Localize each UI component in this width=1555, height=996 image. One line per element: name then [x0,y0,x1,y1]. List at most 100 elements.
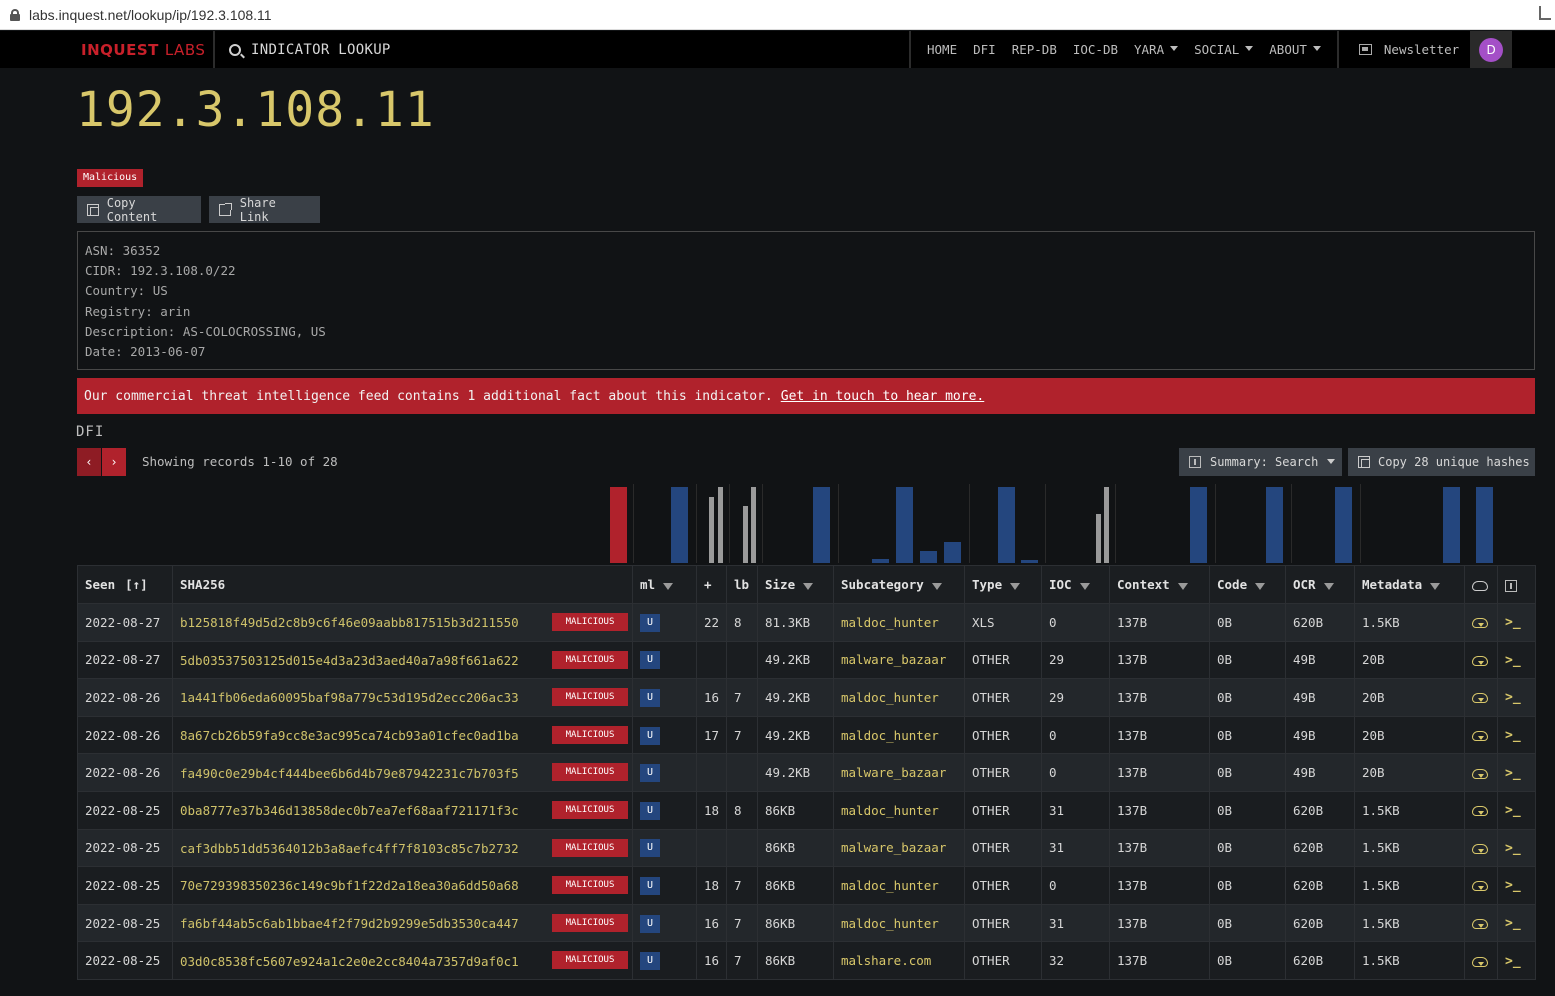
col-plus[interactable]: + [696,565,727,604]
terminal-icon[interactable]: >_ [1505,954,1521,969]
table-row[interactable]: 2022-08-25 fa6bf44ab5c6ab1bbae4f2f79d2b92… [77,903,1536,943]
filter-icon[interactable] [663,583,674,590]
terminal-icon[interactable]: >_ [1505,653,1521,668]
cloud-download-icon[interactable] [1472,919,1488,930]
col-sha256[interactable]: SHA256 [172,565,633,604]
filter-icon[interactable] [803,583,814,590]
size-cell: 81.3KB [757,603,834,642]
subcategory-link[interactable]: maldoc_hunter [841,916,939,931]
terminal-icon[interactable]: >_ [1505,841,1521,856]
next-page-button[interactable]: › [102,448,126,476]
nav-ioc-db[interactable]: IOC-DB [1073,42,1118,57]
newsletter-link[interactable]: Newsletter [1384,42,1459,57]
table-row[interactable]: 2022-08-25 0ba8777e37b346d13858dec0b7ea7e… [77,790,1536,830]
nav-rep-db[interactable]: REP-DB [1012,42,1057,57]
table-row[interactable]: 2022-08-25 03d0c8538fc5607e924a1c2e0e2cc8… [77,941,1536,980]
nav-yara[interactable]: YARA [1134,42,1179,57]
cloud-download-icon[interactable] [1472,806,1488,817]
indicator-lookup[interactable]: INDICATOR LOOKUP [215,31,909,68]
sha256-link[interactable]: caf3dbb51dd5364012b3a8aefc4ff7f8103c85c7… [180,841,544,856]
sha256-link[interactable]: b125818f49d5d2c8b9c6f46e09aabb817515b3d2… [180,615,544,630]
copy-content-button[interactable]: Copy Content [77,196,201,224]
filter-icon[interactable] [1177,583,1188,590]
table-row[interactable]: 2022-08-26 1a441fb06eda60095baf98a779c53d… [77,678,1536,717]
sha256-link[interactable]: fa490c0e29b4cf444bee6b6d4b79e87942231c7b… [180,766,544,781]
col-size[interactable]: Size [757,565,834,604]
histo-bar [709,497,714,563]
nav-social[interactable]: SOCIAL [1194,42,1254,57]
summary-dropdown[interactable]: Summary: Search [1179,448,1342,476]
plus-cell: 18 [696,866,727,905]
sha256-link[interactable]: 1a441fb06eda60095baf98a779c53d195d2ecc20… [180,690,544,705]
sha256-link[interactable]: 03d0c8538fc5607e924a1c2e0e2cc8404a7357d9… [180,954,544,969]
code-cell: 0B [1209,678,1286,717]
table-row[interactable]: 2022-08-27 5db03537503125d015e4d3a23d3aed… [77,640,1536,680]
table-row[interactable]: 2022-08-25 caf3dbb51dd5364012b3a8aefc4ff7… [77,828,1536,868]
col-code[interactable]: Code [1209,565,1286,604]
nav-dfi[interactable]: DFI [973,42,996,57]
subcategory-link[interactable]: malware_bazaar [841,652,946,667]
terminal-icon[interactable]: >_ [1505,878,1521,893]
subcategory-link[interactable]: malware_bazaar [841,765,946,780]
avatar-button[interactable]: D [1470,31,1513,68]
sha256-link[interactable]: 70e729398350236c149c9bf1f22d2a18ea30a6dd… [180,878,544,893]
filter-icon[interactable] [1010,583,1021,590]
subcategory-link[interactable]: malshare.com [841,953,931,968]
terminal-icon[interactable]: >_ [1505,766,1521,781]
subcategory-link[interactable]: maldoc_hunter [841,803,939,818]
filter-icon[interactable] [1323,583,1334,590]
share-link-button[interactable]: Share Link [209,196,320,224]
cloud-download-icon[interactable] [1472,768,1488,779]
terminal-icon[interactable]: >_ [1505,803,1521,818]
logo[interactable]: IN QUEST LABS [0,31,215,68]
cloud-download-icon[interactable] [1472,956,1488,967]
filter-icon[interactable] [1430,583,1441,590]
sha256-link[interactable]: 5db03537503125d015e4d3a23d3aed40a7a98f66… [180,653,544,668]
ocr-cell: 620B [1285,866,1355,905]
browser-address-bar[interactable]: labs.inquest.net/lookup/ip/192.3.108.11 [0,0,1555,30]
col-ml[interactable]: ml [632,565,697,604]
col-subcategory[interactable]: Subcategory [833,565,965,604]
subcategory-link[interactable]: maldoc_hunter [841,690,939,705]
col-context[interactable]: Context [1109,565,1210,604]
cloud-download-icon[interactable] [1472,731,1488,742]
nav-about[interactable]: ABOUT [1269,42,1321,57]
table-row[interactable]: 2022-08-27 b125818f49d5d2c8b9c6f46e09aabb… [77,603,1536,642]
sha256-link[interactable]: 8a67cb26b59fa9cc8e3ac995ca74cb93a01cfec0… [180,728,544,743]
subcategory-link[interactable]: malware_bazaar [841,840,946,855]
cloud-download-icon[interactable] [1472,655,1488,666]
url-text[interactable]: labs.inquest.net/lookup/ip/192.3.108.11 [29,7,272,23]
col-lb[interactable]: lb [726,565,758,604]
cloud-download-icon[interactable] [1472,693,1488,704]
filter-icon[interactable] [931,583,942,590]
col-ocr[interactable]: OCR [1285,565,1355,604]
col-metadata[interactable]: Metadata [1354,565,1465,604]
sha256-link[interactable]: fa6bf44ab5c6ab1bbae4f2f79d2b9299e5db3530… [180,916,544,931]
terminal-icon[interactable]: >_ [1505,615,1521,630]
sha256-link[interactable]: 0ba8777e37b346d13858dec0b7ea7ef68aaf7211… [180,803,544,818]
subcategory-link[interactable]: maldoc_hunter [841,728,939,743]
col-ioc[interactable]: IOC [1041,565,1110,604]
seen-cell: 2022-08-27 [77,603,173,642]
nav-home[interactable]: HOME [927,42,957,57]
filter-icon[interactable] [1255,583,1266,590]
table-row[interactable]: 2022-08-25 70e729398350236c149c9bf1f22d2a… [77,866,1536,905]
filter-icon[interactable] [1079,583,1090,590]
cloud-download-icon[interactable] [1472,881,1488,892]
cloud-download-icon[interactable] [1472,618,1488,629]
terminal-icon[interactable]: >_ [1505,728,1521,743]
copy-hashes-button[interactable]: Copy 28 unique hashes [1348,448,1535,476]
table-row[interactable]: 2022-08-26 8a67cb26b59fa9cc8e3ac995ca74cb… [77,715,1536,755]
cloud-download-icon[interactable] [1472,843,1488,854]
prev-page-button[interactable]: ‹ [77,448,101,476]
terminal-icon[interactable]: >_ [1505,690,1521,705]
col-type[interactable]: Type [964,565,1042,604]
get-in-touch-link[interactable]: Get in touch to hear more. [781,389,985,404]
subcategory-link[interactable]: maldoc_hunter [841,615,939,630]
table-row[interactable]: 2022-08-26 fa490c0e29b4cf444bee6b6d4b79e8… [77,753,1536,792]
summary-label: Summary: Search [1210,455,1319,469]
sort-indicator[interactable]: [↑] [125,577,148,592]
terminal-icon[interactable]: >_ [1505,916,1521,931]
subcategory-link[interactable]: maldoc_hunter [841,878,939,893]
col-seen[interactable]: Seen [↑] [77,565,173,604]
